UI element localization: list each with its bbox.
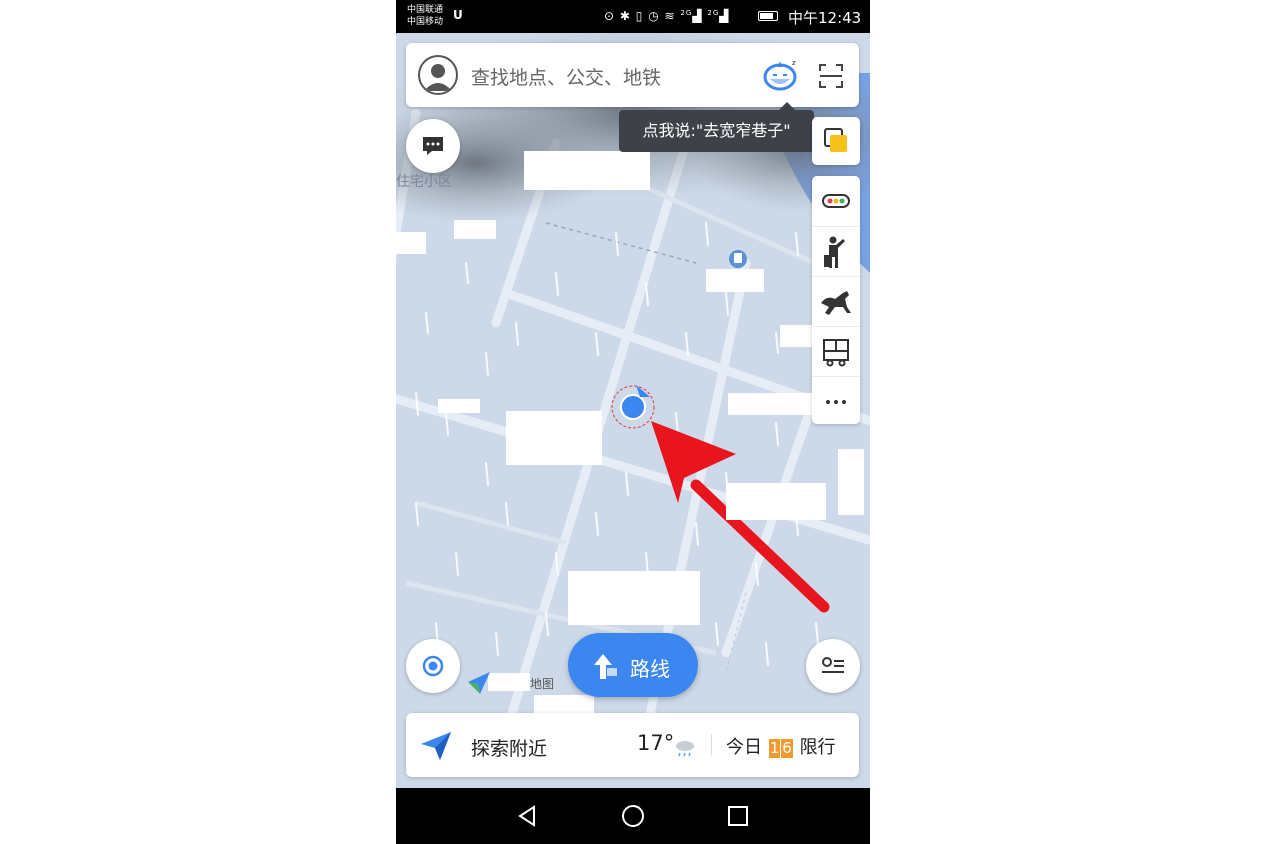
alarm-icon: ◷ bbox=[648, 9, 660, 23]
explore-icon bbox=[421, 732, 451, 760]
voice-assistant-button[interactable]: z bbox=[762, 57, 798, 97]
divider bbox=[711, 734, 712, 756]
bus-button[interactable] bbox=[812, 326, 860, 377]
location-icon: ⊙ bbox=[604, 9, 616, 23]
ride-icon bbox=[821, 291, 851, 315]
layer-button[interactable] bbox=[812, 117, 860, 165]
avatar[interactable] bbox=[418, 55, 458, 95]
traffic-button[interactable] bbox=[812, 176, 860, 226]
carrier-names: 中国联通 中国移动 bbox=[407, 4, 443, 28]
recents-icon[interactable] bbox=[724, 802, 752, 830]
plate-number-1: 1 bbox=[768, 739, 781, 758]
layers-icon bbox=[824, 128, 847, 152]
explore-label: 探索附近 bbox=[471, 738, 548, 760]
signal-icon-1: ▟ bbox=[692, 9, 703, 23]
map-logo-label: 地图 bbox=[530, 677, 555, 691]
home-icon[interactable] bbox=[619, 802, 647, 830]
traffic-restriction[interactable]: 今日 16 限行 bbox=[726, 733, 836, 759]
navigation-bar bbox=[396, 788, 870, 844]
status-bar: 中国联通 中国移动 U ⊙ ✱ ▯ ◷ ≋ 2G▟ 2G▟ 中午12:43 bbox=[396, 0, 870, 33]
back-icon[interactable] bbox=[513, 802, 541, 830]
svg-text:z: z bbox=[792, 59, 796, 67]
today-label: 今日 bbox=[726, 737, 762, 758]
user-icon bbox=[424, 64, 452, 91]
route-label: 路线 bbox=[630, 657, 670, 681]
carrier-1: 中国联通 bbox=[407, 5, 444, 15]
redaction-block bbox=[506, 411, 602, 465]
robot-icon: z bbox=[763, 59, 797, 91]
traffic-icon bbox=[822, 194, 850, 208]
map-place-label: 住宅小区 bbox=[396, 174, 452, 190]
locate-button[interactable] bbox=[406, 639, 460, 693]
plate-number-2: 6 bbox=[781, 739, 793, 758]
ride-button[interactable] bbox=[812, 276, 860, 327]
notification-icon: U bbox=[453, 8, 463, 22]
locate-icon bbox=[422, 655, 444, 677]
voice-tip[interactable]: 点我说:"去宽窄巷子" bbox=[619, 102, 814, 152]
search-input[interactable]: 查找地点、公交、地铁 bbox=[471, 63, 661, 90]
redaction-block bbox=[728, 393, 814, 415]
redaction-block bbox=[726, 483, 826, 520]
status-icons: ⊙ ✱ ▯ ◷ ≋ 2G▟ 2G▟ bbox=[604, 9, 730, 23]
redaction-block bbox=[454, 220, 496, 239]
vibrate-icon: ▯ bbox=[635, 9, 644, 23]
redaction-block bbox=[706, 269, 764, 292]
redaction-block bbox=[524, 151, 650, 190]
bus-icon bbox=[823, 339, 849, 367]
list-icon bbox=[822, 657, 844, 673]
more-button[interactable] bbox=[812, 376, 860, 427]
map-logo-icon bbox=[468, 672, 490, 694]
temperature: 17° bbox=[637, 731, 675, 755]
taxi-button[interactable] bbox=[812, 226, 860, 277]
redaction-block bbox=[396, 232, 426, 254]
network-label-2: 2G bbox=[707, 9, 720, 17]
status-time: 中午12:43 bbox=[788, 9, 862, 27]
restriction-label: 限行 bbox=[799, 737, 836, 758]
redaction-block bbox=[438, 399, 480, 413]
scan-icon bbox=[819, 64, 843, 88]
rain-cloud-icon bbox=[676, 741, 694, 757]
taxi-icon bbox=[824, 236, 845, 268]
message-button[interactable] bbox=[406, 119, 460, 173]
map-tools bbox=[812, 176, 860, 424]
signal-icon-2: ▟ bbox=[719, 9, 730, 23]
network-label-1: 2G bbox=[680, 9, 693, 17]
battery-icon bbox=[758, 11, 778, 21]
phone-screen: 中国联通 中国移动 U ⊙ ✱ ▯ ◷ ≋ 2G▟ 2G▟ 中午12:43 住宅… bbox=[396, 0, 870, 844]
search-bar[interactable]: 查找地点、公交、地铁 z bbox=[406, 43, 859, 107]
route-icon bbox=[594, 654, 617, 679]
redaction-block bbox=[534, 695, 594, 713]
redaction-block bbox=[488, 673, 530, 691]
list-button[interactable] bbox=[806, 639, 860, 693]
carrier-2: 中国移动 bbox=[407, 17, 444, 27]
redaction-block bbox=[568, 571, 700, 625]
scan-button[interactable] bbox=[818, 63, 844, 93]
bluetooth-icon: ✱ bbox=[619, 9, 631, 23]
more-icon bbox=[826, 400, 846, 404]
chat-icon bbox=[423, 137, 443, 155]
redaction-block bbox=[780, 325, 812, 347]
explore-card[interactable]: 探索附近 17° 今日 16 限行 bbox=[406, 713, 859, 777]
route-button[interactable]: 路线 bbox=[568, 633, 698, 697]
redaction-block bbox=[838, 449, 864, 515]
wifi-icon: ≋ bbox=[664, 9, 676, 23]
